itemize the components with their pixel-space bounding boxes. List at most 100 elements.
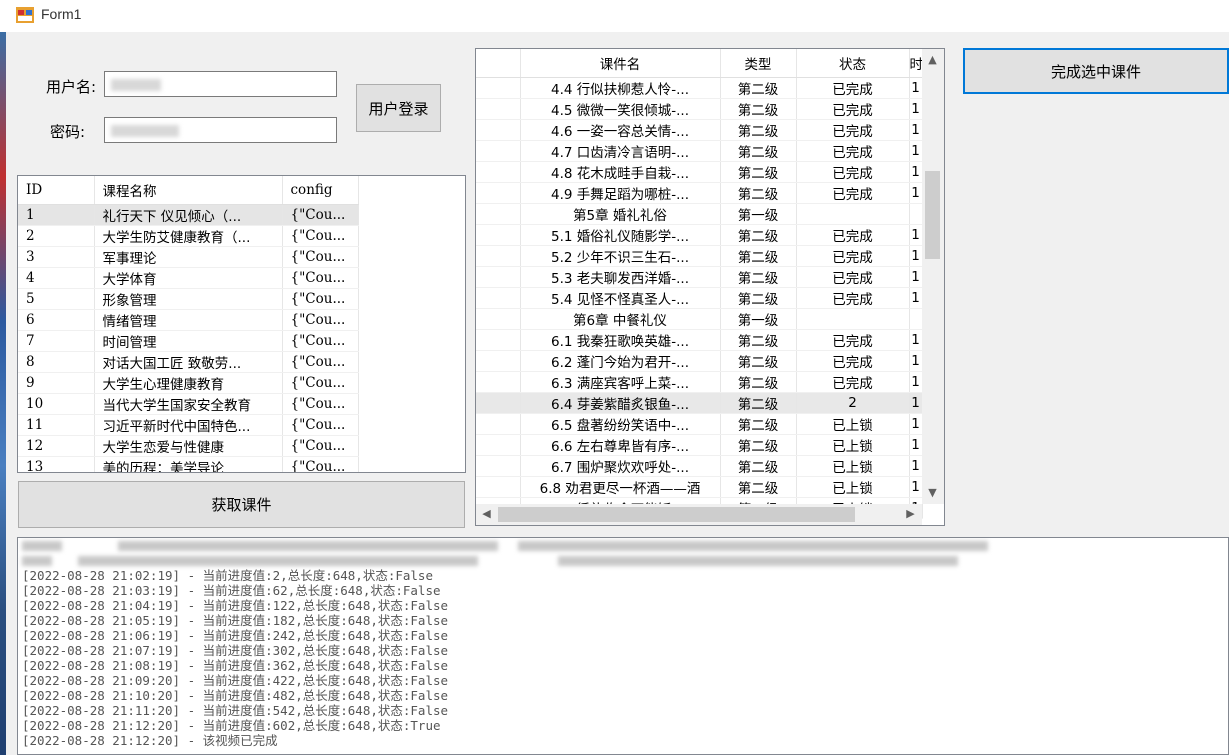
course-cell-id[interactable]: 10 [18,393,95,415]
course-cell-config[interactable]: {"Cou... [282,330,359,352]
course-cell-name[interactable]: 形象管理 [94,288,283,310]
courseware-cell-time[interactable]: 1 [909,287,923,309]
courseware-cell-type[interactable]: 第二级 [720,287,797,309]
course-cell-name[interactable]: 大学生心理健康教育 [94,372,283,394]
courseware-cell-status[interactable]: 已完成 [796,140,910,162]
course-cell-config[interactable]: {"Cou... [282,435,359,457]
courseware-row[interactable]: 6.3 满座宾客呼上菜-... 第二级 已完成 1 [476,371,923,393]
courseware-cell-name[interactable]: 6.4 芽姜紫醋炙银鱼-... [520,392,721,414]
course-cell-config[interactable]: {"Cou... [282,225,359,247]
column-header-course-name[interactable]: 课程名称 [94,176,283,205]
courseware-cell-name[interactable]: 4.7 口齿清冷言语明-... [520,140,721,162]
course-row[interactable]: 4 大学体育 {"Cou... [18,267,359,289]
courseware-cell-time[interactable]: 1 [909,455,923,477]
courseware-cell-time[interactable]: 1 [909,266,923,288]
courseware-row[interactable]: 5.1 婚俗礼仪随影学-... 第二级 已完成 1 [476,224,923,246]
course-cell-id[interactable]: 11 [18,414,95,436]
courseware-cell-name[interactable]: 4.8 花木成畦手自栽-... [520,161,721,183]
username-input[interactable] [104,71,337,97]
course-cell-config[interactable]: {"Cou... [282,351,359,373]
courseware-row[interactable]: 4.4 行似扶柳惹人怜-... 第二级 已完成 1 [476,77,923,99]
courseware-cell-time[interactable]: 1 [909,140,923,162]
course-cell-config[interactable]: {"Cou... [282,246,359,268]
courseware-cell-status[interactable]: 已完成 [796,266,910,288]
row-header[interactable] [476,350,521,372]
courseware-grid[interactable]: 课件名 类型 状态 时 4.4 行似扶柳惹人怜-... 第二级 已完成 1 4.5 微微… [475,48,945,526]
courseware-cell-time[interactable]: 1 [909,245,923,267]
row-header[interactable] [476,434,521,456]
courseware-row[interactable]: 6.1 我秦狂歌唤英雄-... 第二级 已完成 1 [476,329,923,351]
course-cell-name[interactable]: 大学生恋爱与性健康 [94,435,283,457]
course-cell-name[interactable]: 军事理论 [94,246,283,268]
courseware-row[interactable]: 4.9 手舞足蹈为哪桩-... 第二级 已完成 1 [476,182,923,204]
course-cell-name[interactable]: 习近平新时代中国特色... [94,414,283,436]
course-cell-id[interactable]: 9 [18,372,95,394]
courseware-cell-time[interactable] [909,203,923,225]
course-grid[interactable]: ID 课程名称 config 1 礼行天下 仪见倾心（... {"Cou... 2 大学… [17,175,466,473]
courseware-cell-status[interactable]: 已完成 [796,161,910,183]
course-cell-name[interactable]: 时间管理 [94,330,283,352]
course-cell-config[interactable]: {"Cou... [282,267,359,289]
courseware-cell-status[interactable]: 已完成 [796,350,910,372]
courseware-row[interactable]: 5.2 少年不识三生石-... 第二级 已完成 1 [476,245,923,267]
course-cell-id[interactable]: 6 [18,309,95,331]
courseware-cell-type[interactable]: 第二级 [720,224,797,246]
courseware-cell-name[interactable]: 4.9 手舞足蹈为哪桩-... [520,182,721,204]
courseware-cell-status[interactable]: 已上锁 [796,455,910,477]
courseware-cell-name[interactable]: 4.6 一姿一容总关情-... [520,119,721,141]
courseware-cell-type[interactable]: 第二级 [720,119,797,141]
courseware-row[interactable]: 6.6 左右尊卑皆有序-... 第二级 已上锁 1 [476,434,923,456]
courseware-cell-type[interactable]: 第二级 [720,392,797,414]
fetch-courseware-button[interactable]: 获取课件 [18,481,465,528]
courseware-cell-name[interactable]: 6.2 蓬门今始为君开-... [520,350,721,372]
course-row[interactable]: 3 军事理论 {"Cou... [18,246,359,268]
row-header[interactable] [476,308,521,330]
row-header[interactable] [476,224,521,246]
row-header[interactable] [476,329,521,351]
row-header[interactable] [476,140,521,162]
courseware-cell-name[interactable]: 5.3 老夫聊发西洋婚-... [520,266,721,288]
courseware-cell-name[interactable]: 第5章 婚礼礼俗 [520,203,721,225]
courseware-cell-status[interactable]: 已上锁 [796,434,910,456]
courseware-cell-time[interactable]: 1 [909,161,923,183]
courseware-cell-type[interactable]: 第二级 [720,182,797,204]
courseware-row[interactable]: 5.4 见怪不怪真圣人-... 第二级 已完成 1 [476,287,923,309]
course-cell-name[interactable]: 礼行天下 仪见倾心（... [94,204,283,226]
login-button[interactable]: 用户登录 [356,84,441,132]
courseware-cell-name[interactable]: 6.6 左右尊卑皆有序-... [520,434,721,456]
courseware-cell-time[interactable]: 1 [909,329,923,351]
column-header-time[interactable]: 时 [909,49,923,78]
courseware-cell-status[interactable]: 2 [796,392,910,414]
column-header-type[interactable]: 类型 [720,49,797,78]
courseware-cell-type[interactable]: 第二级 [720,455,797,477]
course-cell-config[interactable]: {"Cou... [282,309,359,331]
courseware-cell-type[interactable]: 第二级 [720,98,797,120]
courseware-cell-time[interactable]: 1 [909,371,923,393]
courseware-row[interactable]: 6.8 劝君更尽一杯酒——酒 第二级 已上锁 1 [476,476,923,498]
courseware-cell-status[interactable]: 已完成 [796,287,910,309]
courseware-cell-type[interactable]: 第二级 [720,350,797,372]
course-cell-id[interactable]: 13 [18,456,95,472]
courseware-cell-name[interactable]: 6.8 劝君更尽一杯酒——酒 [520,476,721,498]
horizontal-scrollbar[interactable]: ◀ ▶ [476,504,922,525]
courseware-cell-status[interactable]: 已完成 [796,245,910,267]
course-cell-config[interactable]: {"Cou... [282,204,359,226]
courseware-cell-name[interactable]: 6.5 盘著纷纷笑语中-... [520,413,721,435]
complete-selected-button[interactable]: 完成选中课件 [963,48,1229,94]
course-cell-id[interactable]: 3 [18,246,95,268]
course-row[interactable]: 7 时间管理 {"Cou... [18,330,359,352]
vertical-scrollbar[interactable]: ▲ ▼ [922,49,944,504]
courseware-cell-name[interactable]: 4.5 微微一笑很倾城-... [520,98,721,120]
row-header[interactable] [476,119,521,141]
courseware-cell-status[interactable]: 已完成 [796,329,910,351]
courseware-row[interactable]: 6.7 围炉聚炊欢呼处-... 第二级 已上锁 1 [476,455,923,477]
courseware-cell-time[interactable]: 1 [909,476,923,498]
course-cell-id[interactable]: 1 [18,204,95,226]
courseware-cell-status[interactable]: 已完成 [796,182,910,204]
course-cell-id[interactable]: 5 [18,288,95,310]
courseware-cell-name[interactable]: 第6章 中餐礼仪 [520,308,721,330]
courseware-cell-type[interactable]: 第二级 [720,329,797,351]
courseware-cell-type[interactable]: 第二级 [720,413,797,435]
course-row[interactable]: 11 习近平新时代中国特色... {"Cou... [18,414,359,436]
courseware-row[interactable]: 6.4 芽姜紫醋炙银鱼-... 第二级 2 1 [476,392,923,414]
